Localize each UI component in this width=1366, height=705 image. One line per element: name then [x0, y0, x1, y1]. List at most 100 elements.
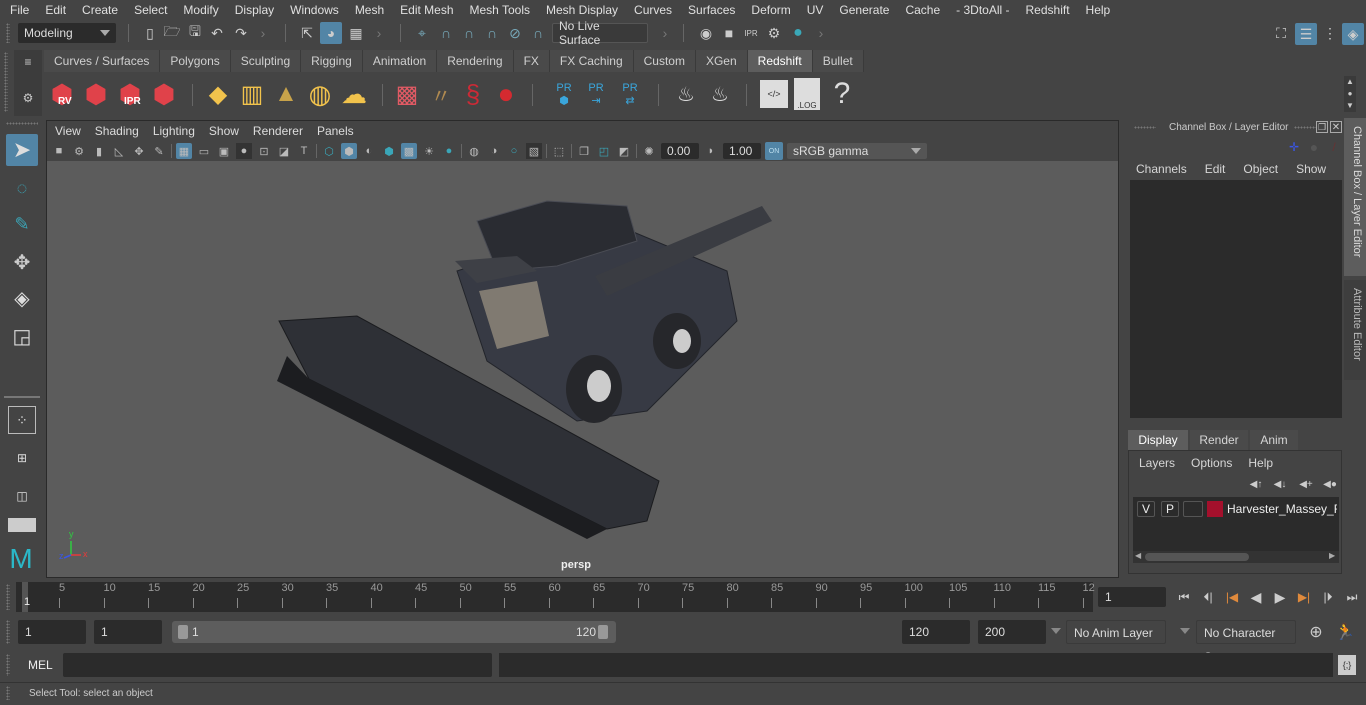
- animation-preferences-icon[interactable]: 🏃: [1334, 622, 1356, 642]
- outliner-layout-icon[interactable]: ◫: [8, 482, 36, 510]
- grease-pencil-icon[interactable]: ✎: [151, 143, 167, 159]
- ipr-icon[interactable]: ⬢ IPR: [114, 76, 146, 112]
- layer-name[interactable]: Harvester_Massey_Ferg: [1227, 502, 1337, 516]
- snap-point-icon[interactable]: ∩: [459, 23, 479, 43]
- viewport-menu-shading[interactable]: Shading: [88, 124, 146, 138]
- shelf-tab-fx[interactable]: FX: [513, 50, 550, 72]
- shelf-tab-rendering[interactable]: Rendering: [437, 50, 514, 72]
- lasso-tool-icon[interactable]: ◌: [6, 172, 38, 204]
- textured-icon[interactable]: ▩: [401, 143, 417, 159]
- script-editor-icon[interactable]: </>: [760, 80, 788, 108]
- shelf-tab-redshift[interactable]: Redshift: [747, 50, 813, 72]
- render-frame-icon[interactable]: ■: [719, 23, 739, 43]
- four-view-layout-icon[interactable]: ⊞: [8, 444, 36, 472]
- shelf-tab-xgen[interactable]: XGen: [695, 50, 748, 72]
- shelf-tab-animation[interactable]: Animation: [362, 50, 438, 72]
- gamma-field[interactable]: 1.00: [723, 143, 761, 159]
- scroll-thumb-icon[interactable]: ●: [1344, 86, 1356, 100]
- shelf-tab-polygons[interactable]: Polygons: [160, 50, 231, 72]
- step-forward-frame-icon[interactable]: |⏵: [1318, 588, 1338, 606]
- character-set-chevron-icon[interactable]: [1180, 628, 1190, 634]
- menu-modify[interactable]: Modify: [175, 3, 226, 17]
- isolate-select-icon[interactable]: ⬚: [551, 143, 567, 159]
- script-editor-button-icon[interactable]: {;}: [1338, 655, 1356, 675]
- safe-title-icon[interactable]: T: [296, 143, 312, 159]
- step-back-key-icon[interactable]: |◀: [1222, 588, 1242, 606]
- character-set-dropdown[interactable]: No Character Set: [1196, 620, 1296, 664]
- menu-help[interactable]: Help: [1078, 3, 1119, 17]
- menu-create[interactable]: Create: [74, 3, 126, 17]
- move-tool-icon[interactable]: ✥: [6, 246, 38, 278]
- color-management-toggle[interactable]: ON: [765, 142, 783, 160]
- exposure-field[interactable]: 0.00: [661, 143, 699, 159]
- snap-view-plane-icon[interactable]: ∩: [482, 23, 502, 43]
- light-diamond-icon[interactable]: ◆: [202, 78, 234, 110]
- shelf-settings-icon[interactable]: ⚙: [20, 90, 36, 106]
- smooth-shade-icon[interactable]: ⬢: [341, 143, 357, 159]
- proxy-cube-icon[interactable]: ▩: [392, 78, 422, 110]
- channel-menu-edit[interactable]: Edit: [1205, 162, 1226, 176]
- channel-box-toggle-icon[interactable]: ◈: [1342, 23, 1364, 45]
- menu-mesh-tools[interactable]: Mesh Tools: [462, 3, 538, 17]
- layer-list-scrollbar[interactable]: ◀ ▶: [1133, 551, 1339, 563]
- hyper-icon[interactable]: /: [1326, 138, 1342, 156]
- step-back-frame-icon[interactable]: ⏴|: [1198, 588, 1218, 606]
- move-layer-down-icon[interactable]: ◀↓: [1271, 477, 1289, 491]
- hypershade-icon[interactable]: ●: [788, 23, 808, 43]
- scroll-thumb[interactable]: [1145, 553, 1249, 561]
- render-view-icon[interactable]: ◉: [696, 23, 716, 43]
- layer-color-swatch[interactable]: [1207, 501, 1223, 517]
- anti-aliasing-icon[interactable]: ○: [506, 143, 522, 159]
- pr-transfer-icon[interactable]: PR ⇄: [616, 76, 644, 112]
- wireframe-icon[interactable]: ⬡: [321, 143, 337, 159]
- xray-joints-icon[interactable]: ◩: [616, 143, 632, 159]
- range-grip[interactable]: [6, 620, 10, 644]
- area-light-icon[interactable]: ▥: [238, 78, 266, 110]
- image-plane-icon[interactable]: ◺: [111, 143, 127, 159]
- material-ribbon-icon[interactable]: §: [458, 78, 488, 110]
- shelf-tab-rigging[interactable]: Rigging: [301, 50, 363, 72]
- playback-start-field[interactable]: 1: [94, 620, 162, 644]
- shelf-tab-curves-surfaces[interactable]: Curves / Surfaces: [44, 50, 161, 72]
- menu-file[interactable]: File: [0, 3, 37, 17]
- menu-cache[interactable]: Cache: [897, 3, 948, 17]
- viewport-menu-show[interactable]: Show: [202, 124, 246, 138]
- paint-select-tool-icon[interactable]: ✎: [6, 208, 38, 240]
- help-line-grip[interactable]: [6, 686, 10, 700]
- animation-start-field[interactable]: 1: [18, 620, 86, 644]
- menu-windows[interactable]: Windows: [282, 3, 347, 17]
- safe-action-icon[interactable]: ◪: [276, 143, 292, 159]
- log-icon[interactable]: .LOG: [794, 78, 820, 110]
- field-chart-icon[interactable]: ⊡: [256, 143, 272, 159]
- use-all-lights-icon[interactable]: ☀: [421, 143, 437, 159]
- menu-curves[interactable]: Curves: [626, 3, 680, 17]
- viewport-menu-renderer[interactable]: Renderer: [246, 124, 310, 138]
- shelf-tab-bullet[interactable]: Bullet: [812, 50, 864, 72]
- scale-tool-icon[interactable]: ◲: [6, 320, 38, 352]
- range-start-handle[interactable]: [178, 625, 188, 639]
- play-forwards-icon[interactable]: ▶: [1270, 588, 1290, 606]
- viewport-canvas[interactable]: y x z persp: [47, 161, 1118, 577]
- maya-logo-icon[interactable]: M: [4, 542, 38, 576]
- open-scene-icon[interactable]: 🗁: [163, 23, 181, 43]
- layer-tab-display[interactable]: Display: [1128, 430, 1188, 450]
- float-panel-icon[interactable]: ❐: [1316, 121, 1328, 133]
- undo-icon[interactable]: ↶: [208, 23, 226, 43]
- film-gate-icon[interactable]: ▭: [196, 143, 212, 159]
- shelf-grip[interactable]: [4, 52, 8, 112]
- material-sphere-icon[interactable]: ●: [490, 78, 522, 110]
- select-hierarchy-icon[interactable]: ⇱: [297, 23, 317, 43]
- viewport-menu-panels[interactable]: Panels: [310, 124, 361, 138]
- time-slider[interactable]: 1 5 10 15 20 25 30 35 40 45 50 55 60 65 70 75 80 85 90 95 1…: [16, 582, 1095, 612]
- rv-icon[interactable]: ⬢ RV: [46, 76, 78, 112]
- channel-menu-object[interactable]: Object: [1243, 162, 1278, 176]
- 2d-pan-zoom-icon[interactable]: ✥: [131, 143, 147, 159]
- shadows-icon[interactable]: ●: [441, 143, 457, 159]
- timeline-grip[interactable]: [6, 584, 10, 610]
- panel-grip[interactable]: [1294, 126, 1316, 129]
- pie-single-icon[interactable]: ♨: [704, 78, 736, 110]
- new-layer-selected-icon[interactable]: ◀●: [1321, 477, 1339, 491]
- render-settings-icon[interactable]: ⬢: [148, 76, 180, 112]
- depth-of-field-icon[interactable]: ▧: [526, 143, 542, 159]
- make-live-icon[interactable]: ∩: [528, 23, 548, 43]
